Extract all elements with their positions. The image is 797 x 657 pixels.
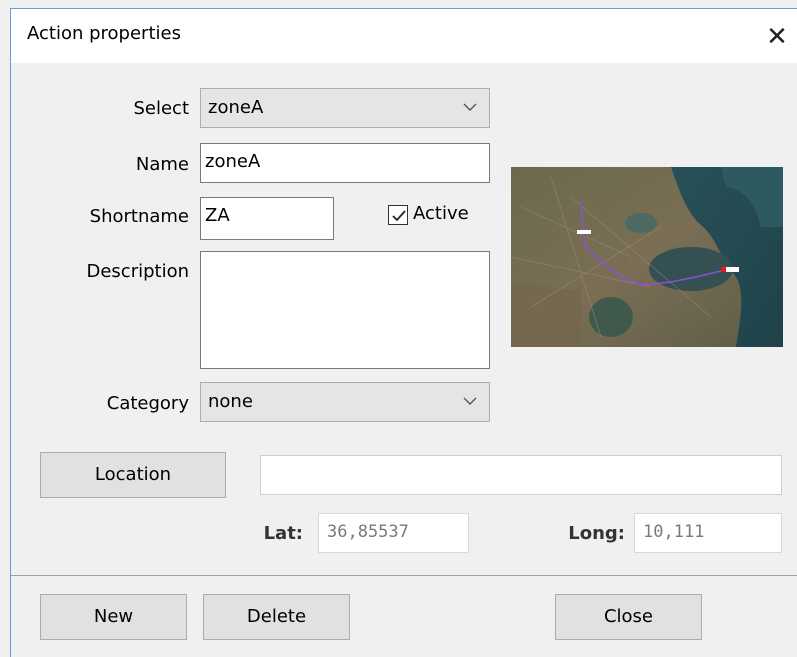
shortname-value: ZA (205, 205, 230, 226)
name-value: zoneA (205, 151, 261, 172)
description-textarea[interactable] (200, 251, 490, 369)
satellite-map-image (511, 167, 783, 347)
title-bar: Action properties ✕ (11, 9, 797, 63)
lat-value: 36,85537 (327, 522, 409, 542)
active-label: Active (413, 203, 469, 224)
category-value: none (208, 391, 253, 412)
select-dropdown[interactable]: zoneA (200, 88, 490, 128)
active-checkbox[interactable]: Active (388, 203, 488, 229)
new-button[interactable]: New (40, 594, 187, 640)
long-label: Long: (568, 523, 625, 544)
dialog-title: Action properties (27, 23, 181, 44)
select-value: zoneA (208, 97, 264, 118)
close-button[interactable]: Close (555, 594, 702, 640)
name-input[interactable]: zoneA (200, 143, 490, 183)
shortname-input[interactable]: ZA (200, 197, 334, 240)
long-field[interactable]: 10,111 (634, 513, 782, 553)
action-properties-dialog: Action properties ✕ Select zoneA Name zo… (10, 8, 797, 657)
checkbox-box (388, 205, 408, 225)
shortname-label: Shortname (89, 206, 189, 227)
delete-button[interactable]: Delete (203, 594, 350, 640)
footer-divider (11, 575, 797, 576)
checkmark-icon (392, 210, 406, 222)
close-icon[interactable]: ✕ (757, 17, 797, 57)
description-label: Description (86, 261, 189, 282)
name-label: Name (135, 154, 189, 175)
lat-field[interactable]: 36,85537 (318, 513, 469, 553)
long-value: 10,111 (643, 522, 705, 542)
category-label: Category (106, 393, 189, 414)
category-dropdown[interactable]: none (200, 382, 490, 422)
chevron-down-icon (463, 397, 477, 405)
location-button[interactable]: Location (40, 452, 226, 498)
lat-label: Lat: (263, 523, 303, 544)
select-label: Select (133, 98, 189, 119)
map-thumbnail (511, 167, 783, 347)
address-input[interactable] (260, 455, 782, 495)
chevron-down-icon (463, 103, 477, 111)
